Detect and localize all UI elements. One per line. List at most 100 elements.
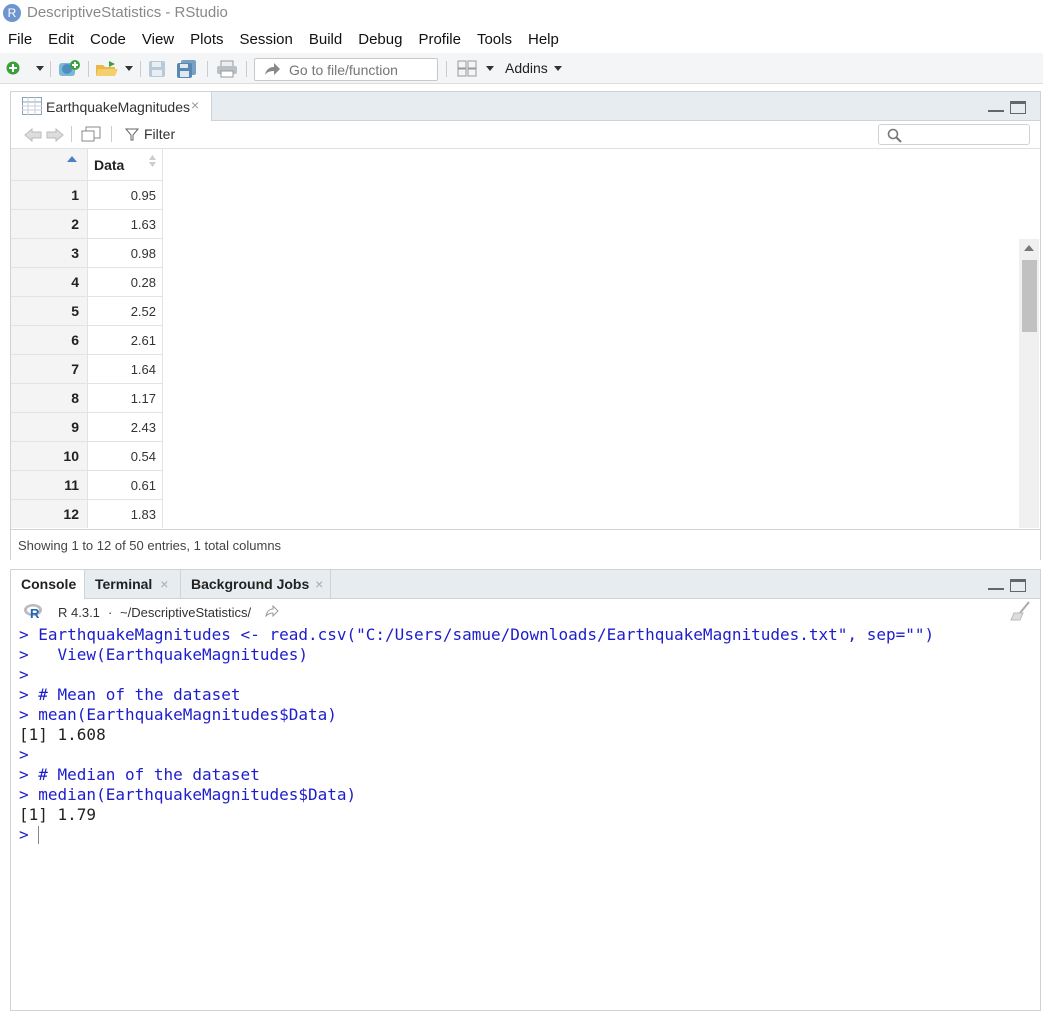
tab-console-label: Console <box>21 576 77 592</box>
data-grid: Data 1 0.95 2 1.63 3 0.98 4 0.28 5 2.52 6 2.61 7 1.64… <box>11 149 1040 528</box>
separator-dot: · <box>108 605 113 620</box>
row-number: 1 <box>11 180 88 210</box>
tab-terminal-label: Terminal <box>95 576 153 592</box>
open-folder-icon[interactable] <box>95 60 119 78</box>
vertical-scrollbar[interactable] <box>1019 239 1039 528</box>
svg-text:R: R <box>30 606 40 619</box>
chevron-down-icon[interactable] <box>554 66 562 71</box>
filter-button[interactable]: Filter <box>144 126 175 142</box>
table-row: 12 1.83 <box>11 499 163 528</box>
console-output-text: [1] 1.608 <box>19 725 106 744</box>
main-toolbar: Addins <box>0 53 1043 84</box>
nav-back-forward-icon[interactable] <box>24 128 64 142</box>
menu-view[interactable]: View <box>134 27 182 52</box>
viewer-status-bar: Showing 1 to 12 of 50 entries, 1 total c… <box>11 529 1040 560</box>
r-logo-icon: R <box>24 604 42 619</box>
console-line: > <box>19 825 1029 845</box>
console-output[interactable]: > EarthquakeMagnitudes <- read.csv("C:/U… <box>19 625 1029 1005</box>
title-bar: R DescriptiveStatistics - RStudio <box>0 0 1043 27</box>
row-number: 12 <box>11 499 88 528</box>
filter-icon[interactable] <box>125 128 139 141</box>
console-line: > View(EarthquakeMagnitudes) <box>19 645 1029 665</box>
console-info-bar: R R 4.3.1 · ~/DescriptiveStatistics/ <box>11 599 1040 624</box>
minimize-pane-icon[interactable] <box>988 105 1004 112</box>
table-row: 2 1.63 <box>11 209 163 239</box>
goto-file-function-box[interactable] <box>254 58 438 81</box>
scrollbar-thumb[interactable] <box>1022 260 1037 332</box>
tab-console[interactable]: Console <box>11 570 85 599</box>
console-line: > median(EarthquakeMagnitudes$Data) <box>19 785 1029 805</box>
console-line: > # Median of the dataset <box>19 765 1029 785</box>
console-command-text: median(EarthquakeMagnitudes$Data) <box>38 785 357 804</box>
console-pane: Console Terminal × Background Jobs × R R… <box>10 569 1041 1011</box>
menu-file[interactable]: File <box>0 27 40 52</box>
tab-terminal[interactable]: Terminal × <box>85 570 181 598</box>
viewer-toolbar: Filter <box>11 121 1040 149</box>
table-row: 3 0.98 <box>11 238 163 268</box>
menu-tools[interactable]: Tools <box>469 27 520 52</box>
table-row: 4 0.28 <box>11 267 163 297</box>
data-cell: 1.64 <box>87 354 163 384</box>
tab-background-jobs[interactable]: Background Jobs × <box>181 570 331 598</box>
data-cell: 0.28 <box>87 267 163 297</box>
workspace-panes-icon[interactable] <box>457 60 477 77</box>
table-header-row: Data <box>11 149 163 181</box>
go-to-directory-icon[interactable] <box>265 605 279 617</box>
maximize-pane-icon[interactable] <box>1010 101 1026 114</box>
console-prompt: > <box>19 705 39 724</box>
data-cell: 2.61 <box>87 325 163 355</box>
new-project-icon[interactable] <box>57 59 83 79</box>
save-all-icon[interactable] <box>176 59 198 79</box>
menu-session[interactable]: Session <box>232 27 301 52</box>
addins-menu[interactable]: Addins <box>505 60 548 76</box>
print-icon[interactable] <box>216 60 238 78</box>
chevron-down-icon[interactable] <box>486 66 494 71</box>
row-number: 9 <box>11 412 88 442</box>
menu-help[interactable]: Help <box>520 27 567 52</box>
working-directory[interactable]: ~/DescriptiveStatistics/ <box>120 605 251 620</box>
console-line: > <box>19 745 1029 765</box>
menu-profile[interactable]: Profile <box>410 27 469 52</box>
menu-debug[interactable]: Debug <box>350 27 410 52</box>
goto-file-function-input[interactable] <box>289 62 429 78</box>
menu-edit[interactable]: Edit <box>40 27 82 52</box>
console-prompt: > <box>19 825 39 844</box>
row-number: 3 <box>11 238 88 268</box>
chevron-down-icon[interactable] <box>36 66 44 71</box>
minimize-pane-icon[interactable] <box>988 583 1004 590</box>
sort-ascending-icon <box>67 156 77 162</box>
scroll-up-icon[interactable] <box>1024 245 1034 251</box>
console-tab-bar: Console Terminal × Background Jobs × <box>11 570 1040 599</box>
console-line: > EarthquakeMagnitudes <- read.csv("C:/U… <box>19 625 1029 645</box>
save-icon[interactable] <box>148 60 166 78</box>
chevron-down-icon[interactable] <box>125 66 133 71</box>
console-prompt: > <box>19 625 39 644</box>
menu-bar: File Edit Code View Plots Session Build … <box>0 27 1043 52</box>
menu-build[interactable]: Build <box>301 27 350 52</box>
close-icon[interactable]: × <box>315 576 323 592</box>
console-line: [1] 1.79 <box>19 805 1029 825</box>
table-row: 10 0.54 <box>11 441 163 471</box>
menu-code[interactable]: Code <box>82 27 134 52</box>
console-prompt: > <box>19 685 39 704</box>
tab-earthquake-magnitudes[interactable]: EarthquakeMagnitudes × <box>11 92 212 121</box>
new-file-icon[interactable] <box>6 61 20 75</box>
close-icon[interactable]: × <box>191 97 199 113</box>
menu-plots[interactable]: Plots <box>182 27 231 52</box>
row-number: 4 <box>11 267 88 297</box>
column-header-data[interactable]: Data <box>87 149 163 181</box>
row-number-header[interactable] <box>11 149 88 181</box>
clear-console-icon[interactable] <box>1010 601 1032 621</box>
close-icon[interactable]: × <box>160 576 168 592</box>
console-command-text: # Mean of the dataset <box>38 685 241 704</box>
popout-window-icon[interactable] <box>81 126 101 143</box>
viewer-search-input[interactable] <box>878 124 1030 145</box>
data-cell: 1.17 <box>87 383 163 413</box>
window-title: DescriptiveStatistics - RStudio <box>27 4 228 21</box>
table-row: 5 2.52 <box>11 296 163 326</box>
row-number: 8 <box>11 383 88 413</box>
maximize-pane-icon[interactable] <box>1010 579 1026 592</box>
console-output-text: [1] 1.79 <box>19 805 97 824</box>
console-line: > # Mean of the dataset <box>19 685 1029 705</box>
data-cell: 1.83 <box>87 499 163 528</box>
